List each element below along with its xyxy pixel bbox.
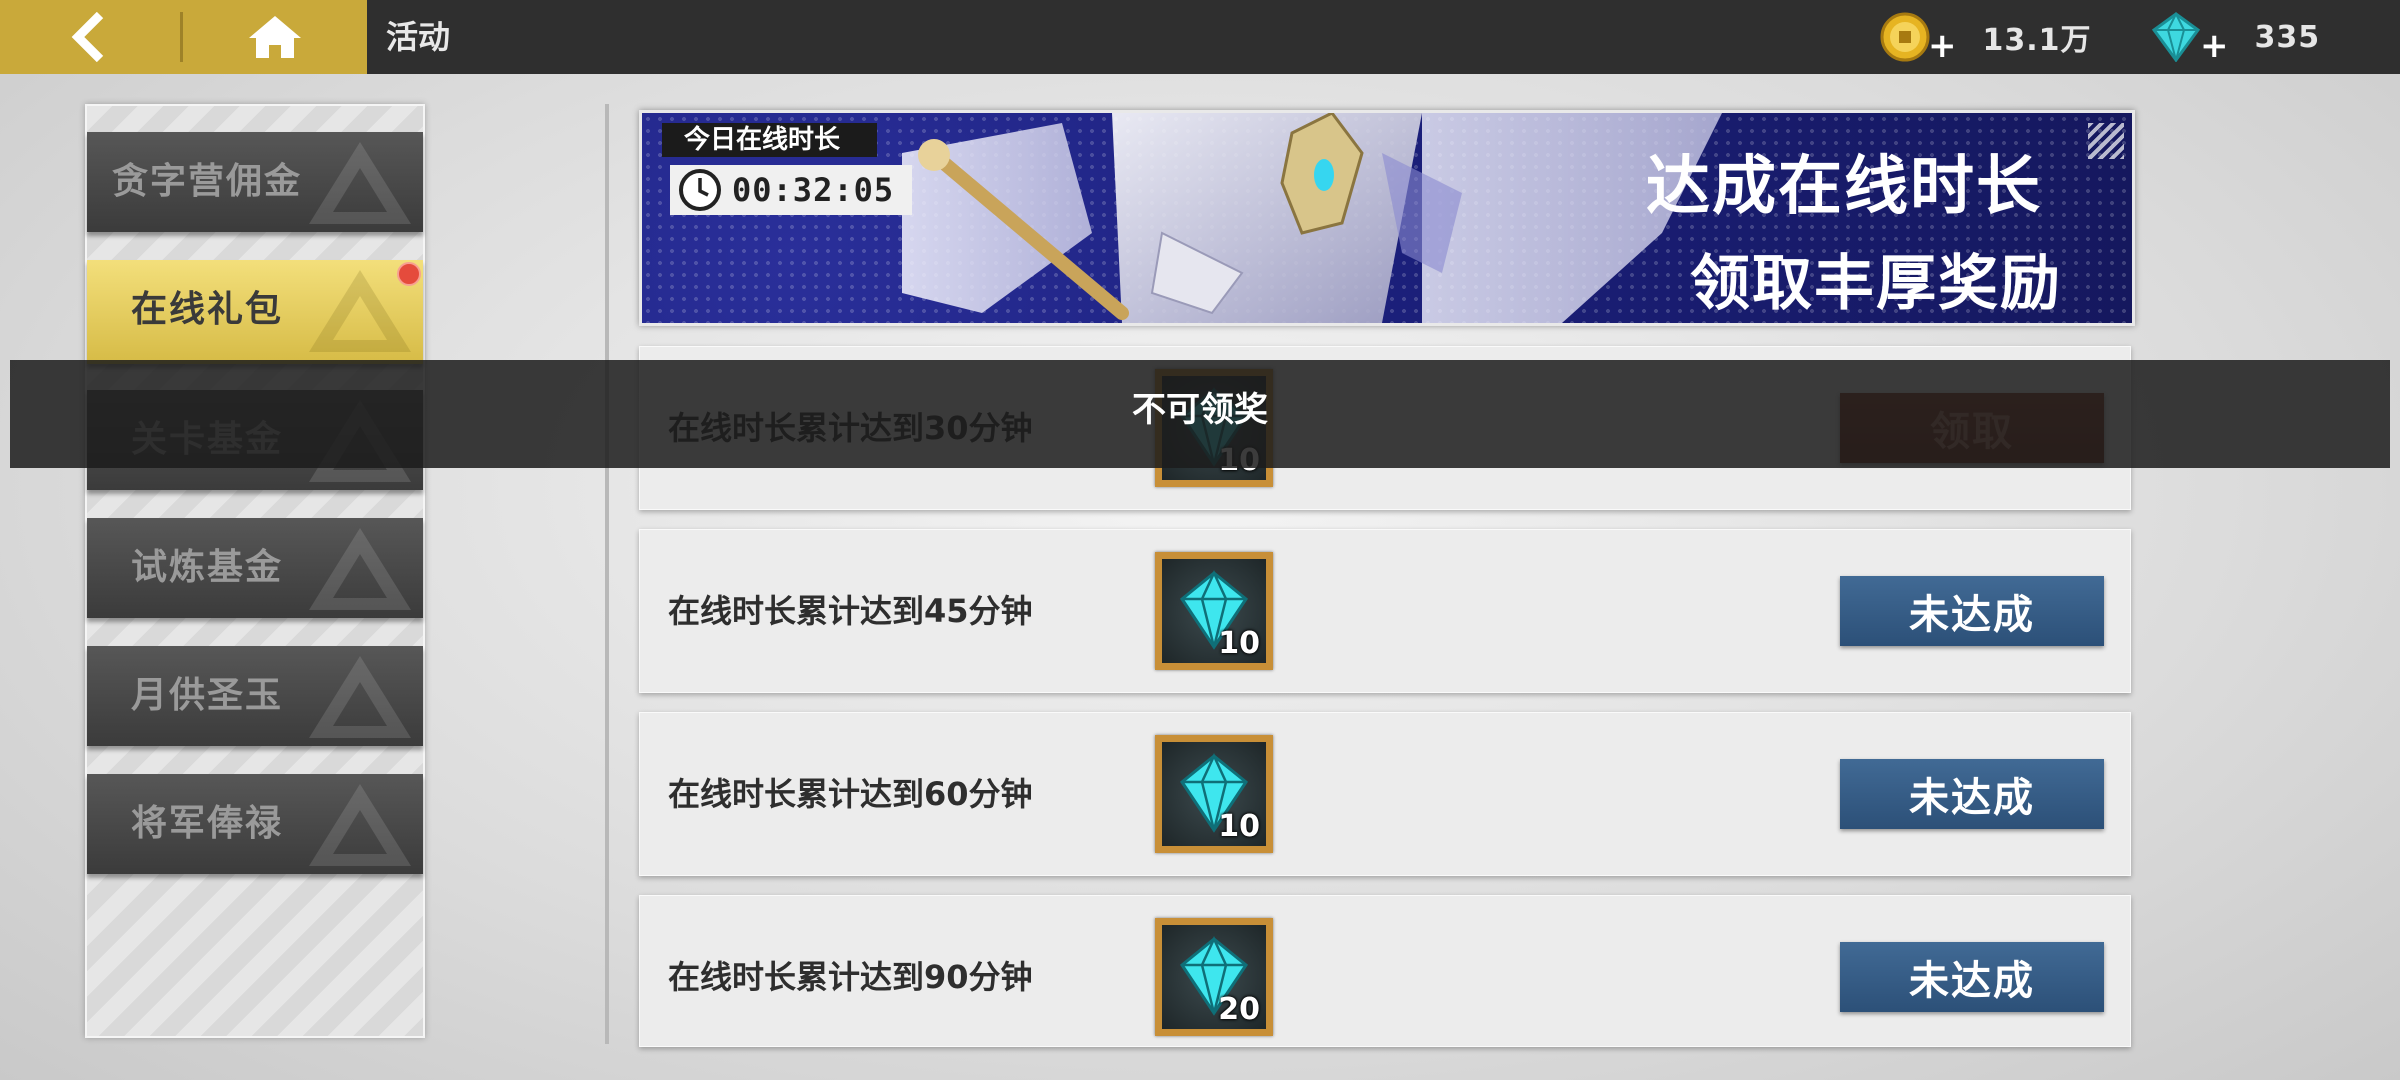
online-time-value: 00:32:05 — [732, 171, 895, 209]
triangle-emblem-icon — [309, 142, 411, 224]
gold-amount: 13.1万 — [1982, 23, 2092, 58]
home-icon — [249, 16, 301, 58]
stripe-corner-decoration — [2088, 123, 2124, 159]
triangle-emblem-icon — [309, 656, 411, 738]
reward-item[interactable]: 10 — [1155, 735, 1273, 853]
back-arrow-icon — [71, 12, 104, 62]
triangle-emblem-icon — [309, 528, 411, 610]
sidebar-item-label: 将军俸禄 — [130, 803, 283, 844]
sidebar-item-mercenary-pay[interactable]: 贪字营佣金 — [87, 132, 423, 232]
not-achieved-button[interactable]: 未达成 — [1840, 576, 2104, 646]
reward-condition: 在线时长累计达到45分钟 — [668, 592, 1033, 630]
nav-separator — [180, 12, 183, 62]
reward-item[interactable]: 20 — [1155, 918, 1273, 1036]
not-achieved-button[interactable]: 未达成 — [1840, 759, 2104, 829]
online-timer: 00:32:05 — [670, 165, 912, 215]
banner-headline-line1: 达成在线时长 — [1646, 150, 2042, 224]
reward-row-90min: 在线时长累计达到90分钟 20 未达成 — [639, 895, 2131, 1047]
sidebar-item-monthly-jade[interactable]: 月供圣玉 — [87, 646, 423, 746]
triangle-emblem-icon — [309, 784, 411, 866]
back-button[interactable] — [0, 0, 180, 74]
top-bar: 活动 + 13.1万 + 335 — [0, 0, 2400, 74]
reward-row-60min: 在线时长累计达到60分钟 10 未达成 — [639, 712, 2131, 876]
notification-dot — [397, 262, 421, 286]
online-duration-banner: 今日在线时长 00:32:05 达成在线时长 领取丰厚奖励 — [639, 110, 2135, 326]
gold-coin-icon — [1880, 12, 1930, 62]
reward-condition: 在线时长累计达到90分钟 — [668, 958, 1033, 996]
not-achieved-button[interactable]: 未达成 — [1840, 942, 2104, 1012]
toast-message-overlay: 不可领奖 — [10, 360, 2390, 468]
sidebar-item-online-gift[interactable]: 在线礼包 — [87, 260, 423, 364]
reward-row-45min: 在线时长累计达到45分钟 10 未达成 — [639, 529, 2131, 693]
reward-item[interactable]: 10 — [1155, 552, 1273, 670]
reward-quantity: 10 — [1218, 809, 1260, 844]
sidebar-item-label: 在线礼包 — [130, 289, 283, 330]
reward-condition: 在线时长累计达到60分钟 — [668, 775, 1033, 813]
vertical-divider — [605, 104, 609, 1044]
home-button[interactable] — [185, 0, 365, 74]
banner-headline: 达成在线时长 领取丰厚奖励 — [1646, 135, 2060, 322]
toast-message: 不可领奖 — [1132, 390, 1268, 430]
sidebar-item-label: 贪字营佣金 — [111, 161, 302, 202]
reward-quantity: 10 — [1218, 626, 1260, 661]
page-title: 活动 — [386, 18, 451, 56]
sidebar-item-label: 月供圣玉 — [130, 675, 283, 716]
reward-quantity: 20 — [1218, 992, 1260, 1027]
gold-currency[interactable]: + 13.1万 — [1880, 0, 2092, 74]
sidebar-item-trial-fund[interactable]: 试炼基金 — [87, 518, 423, 618]
activity-sidebar: 贪字营佣金 在线礼包 关卡基金 试炼基金 月供圣玉 将军俸禄 — [85, 104, 425, 1038]
sidebar-item-label: 试炼基金 — [130, 547, 283, 588]
diamond-icon — [2151, 12, 2201, 62]
add-gold-button[interactable]: + — [1928, 26, 1957, 66]
clock-icon — [679, 169, 721, 211]
banner-headline-line2: 领取丰厚奖励 — [1690, 249, 2062, 319]
gem-amount: 335 — [2254, 19, 2321, 55]
gem-currency[interactable]: + 335 — [2150, 0, 2320, 74]
add-gem-button[interactable]: + — [2200, 26, 2229, 66]
sidebar-item-general-salary[interactable]: 将军俸禄 — [87, 774, 423, 874]
online-time-label: 今日在线时长 — [662, 123, 877, 157]
